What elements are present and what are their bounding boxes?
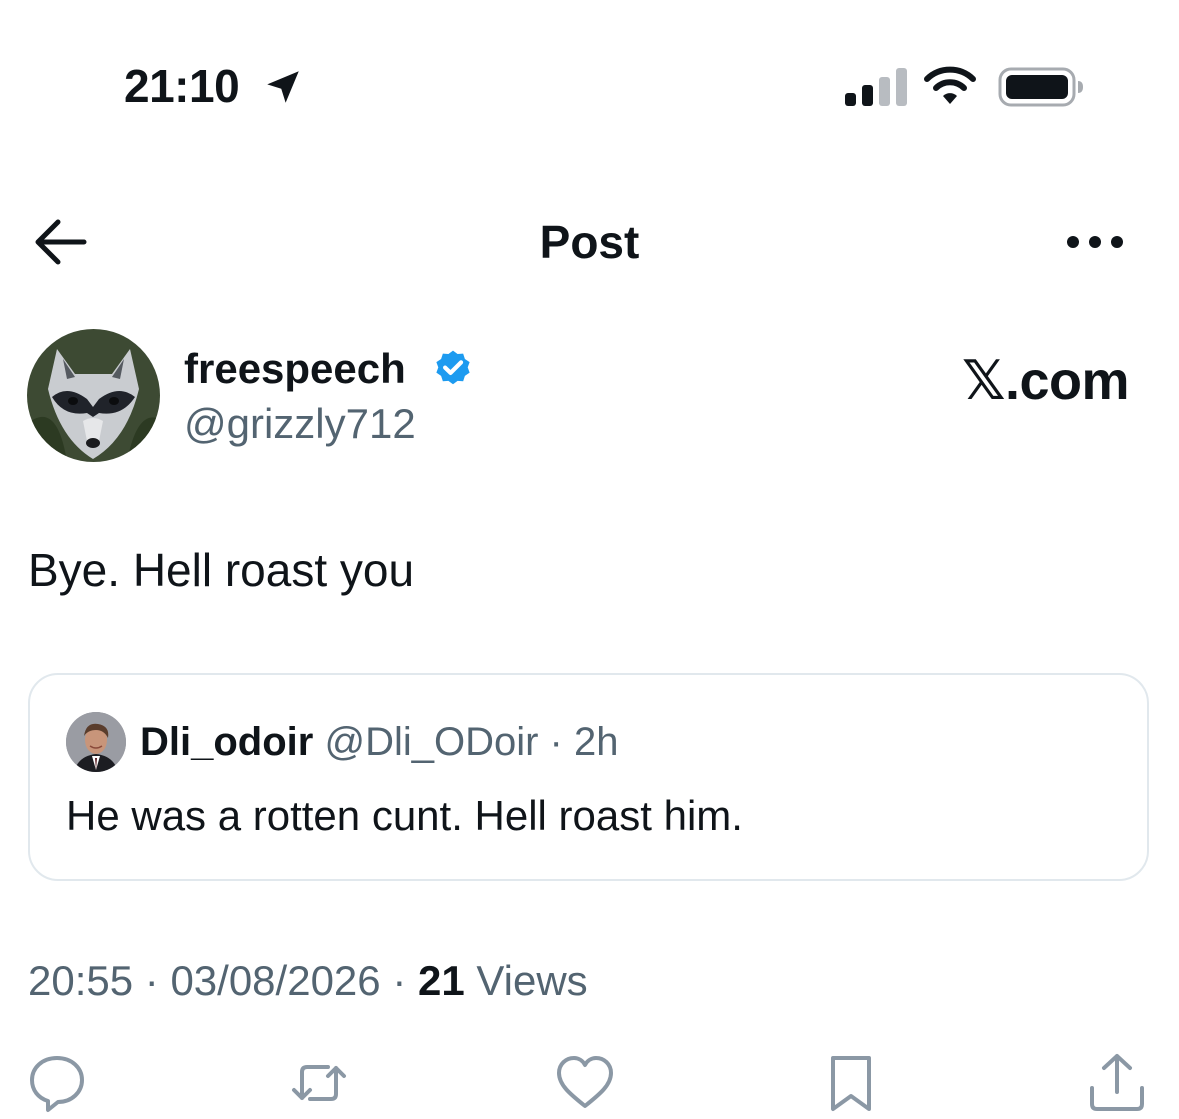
post-meta: 20:55 · 03/08/2026 · 21 Views [28, 955, 588, 1007]
battery-icon [998, 67, 1083, 107]
man-portrait-avatar-image [66, 712, 126, 772]
author-handle[interactable]: @grizzly712 [184, 399, 416, 449]
author-display-name[interactable]: freespeech [184, 344, 406, 394]
status-time: 21:10 [124, 60, 240, 112]
page-title: Post [539, 216, 640, 268]
author-avatar[interactable] [27, 329, 160, 462]
repost-icon[interactable] [288, 1052, 350, 1114]
post-date: 03/08/2026 [170, 957, 381, 1004]
post-time: 20:55 [28, 957, 134, 1004]
quoted-post-age: 2h [573, 720, 619, 764]
quoted-post-text: He was a rotten cunt. Hell roast him. [66, 792, 743, 839]
post-text: Bye. Hell roast you [28, 544, 415, 596]
site-logo: 𝕏.com [961, 351, 1130, 411]
more-options-icon[interactable] [1062, 222, 1128, 262]
cellular-signal-icon [845, 68, 907, 106]
views-label: Views [464, 957, 588, 1004]
wifi-icon [924, 66, 976, 104]
quoted-author-avatar[interactable] [66, 712, 126, 772]
raccoon-avatar-image [27, 329, 160, 462]
reply-icon[interactable] [26, 1052, 88, 1114]
meta-separator: · [380, 957, 418, 1004]
share-icon[interactable] [1086, 1052, 1148, 1114]
views-count: 21 [417, 957, 465, 1004]
bookmark-icon[interactable] [820, 1052, 882, 1114]
like-heart-icon[interactable] [554, 1052, 616, 1114]
quoted-separator: · [538, 720, 574, 764]
verified-badge-icon[interactable] [432, 348, 474, 390]
meta-separator: · [133, 957, 171, 1004]
quoted-post-header: Dli_odoir @Dli_ODoir · 2h [140, 717, 618, 767]
quoted-author-name[interactable]: Dli_odoir [140, 720, 313, 764]
location-arrow-icon [267, 71, 299, 103]
quoted-author-handle-text[interactable]: @Dli_ODoir [324, 720, 538, 764]
quoted-post-card[interactable] [28, 673, 1149, 881]
